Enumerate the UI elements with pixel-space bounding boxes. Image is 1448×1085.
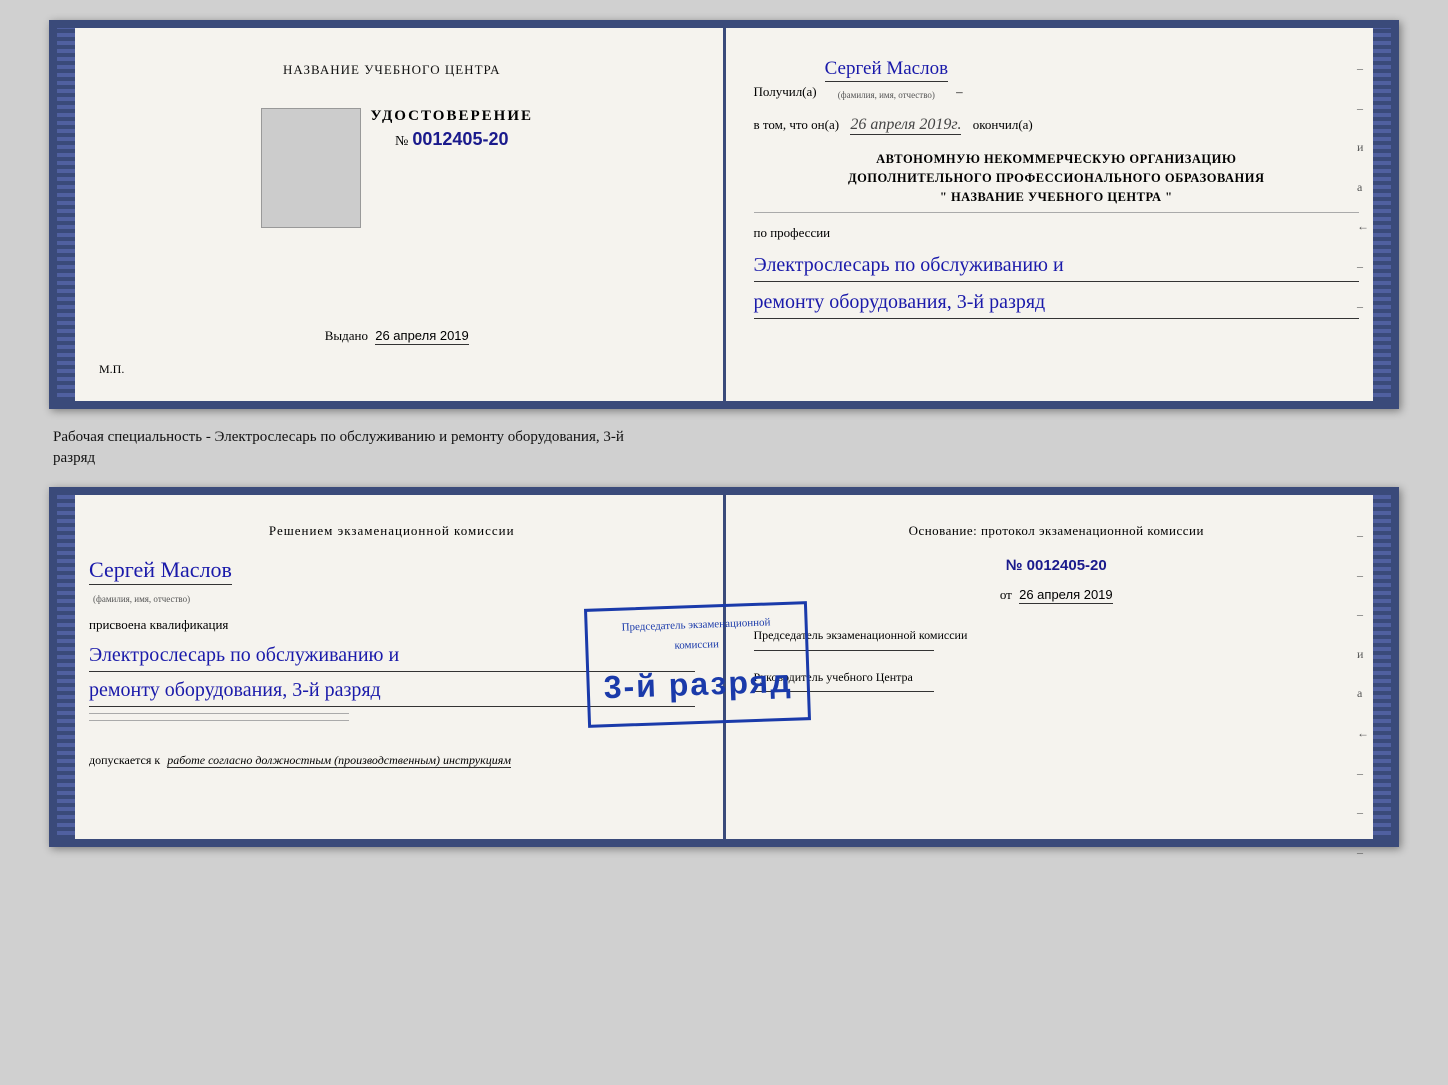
protocol-number: № 0012405-20 xyxy=(754,552,1360,579)
date-value: 26 апреля 2019г. xyxy=(850,116,961,135)
basis-text: Основание: протокол экзаменационной коми… xyxy=(754,519,1360,542)
bottom-right-page: Основание: протокол экзаменационной коми… xyxy=(726,495,1392,839)
protocol-num-val: 0012405-20 xyxy=(1027,557,1107,574)
profession-label: по профессии xyxy=(754,221,1360,244)
received-label: Получил(а) xyxy=(754,80,817,103)
right-marks: – – и а ← – – xyxy=(1357,58,1369,317)
from-date-line: от 26 апреля 2019 xyxy=(754,583,1360,606)
institution-title-top: НАЗВАНИЕ УЧЕБНОГО ЦЕНТРА xyxy=(283,62,500,78)
commission-title: Решением экзаменационной комиссии xyxy=(89,519,695,542)
grade-stamp: Председатель экзаменационной комиссии 3-… xyxy=(583,601,810,728)
profession-line1: Электрослесарь по обслуживанию и xyxy=(754,249,1360,282)
in-that-line: в том, что он(а) 26 апреля 2019г. окончи… xyxy=(754,111,1360,140)
person-name: Сергей Маслов xyxy=(89,557,232,585)
person-name-block: Сергей Маслов (фамилия, имя, отчество) xyxy=(89,550,695,607)
photo-placeholder xyxy=(261,108,361,228)
org-text: АВТОНОМНУЮ НЕКОММЕРЧЕСКУЮ ОРГАНИЗАЦИЮ ДО… xyxy=(754,150,1360,206)
allowed-text: работе согласно должностным (производств… xyxy=(167,753,511,768)
name-caption-top: (фамилия, имя, отчество) xyxy=(825,87,948,103)
stamp-grade: 3-й разряд xyxy=(602,652,793,716)
top-right-page: Получил(а) Сергей Маслов (фамилия, имя, … xyxy=(726,28,1392,401)
allowed-line: допускается к работе согласно должностны… xyxy=(89,751,695,769)
issued-line: Выдано 26 апреля 2019 xyxy=(325,328,469,344)
chairman-role: Председатель экзаменационной комиссии xyxy=(754,627,1360,651)
top-booklet: НАЗВАНИЕ УЧЕБНОГО ЦЕНТРА УДОСТОВЕРЕНИЕ №… xyxy=(49,20,1399,409)
from-date-val: 26 апреля 2019 xyxy=(1019,587,1113,604)
profession-line2: ремонту оборудования, 3-й разряд xyxy=(754,286,1360,319)
cert-number-prefix: № xyxy=(395,134,408,149)
bottom-right-marks: – – – и а ← – – – xyxy=(1357,525,1369,863)
cert-number: 0012405-20 xyxy=(412,129,508,149)
between-label: Рабочая специальность - Электрослесарь п… xyxy=(49,427,1399,469)
top-left-page: НАЗВАНИЕ УЧЕБНОГО ЦЕНТРА УДОСТОВЕРЕНИЕ №… xyxy=(57,28,726,401)
cert-word: УДОСТОВЕРЕНИЕ xyxy=(371,108,534,125)
recipient-line: Получил(а) Сергей Маслов (фамилия, имя, … xyxy=(754,52,1360,103)
mp-label: М.П. xyxy=(99,362,124,377)
bottom-booklet: Решением экзаменационной комиссии Сергей… xyxy=(49,487,1399,847)
issued-date: 26 апреля 2019 xyxy=(375,328,469,345)
recipient-name: Сергей Маслов xyxy=(825,58,948,82)
name-caption-bottom: (фамилия, имя, отчество) xyxy=(89,591,695,607)
head-role: Руководитель учебного Центра xyxy=(754,669,1360,693)
